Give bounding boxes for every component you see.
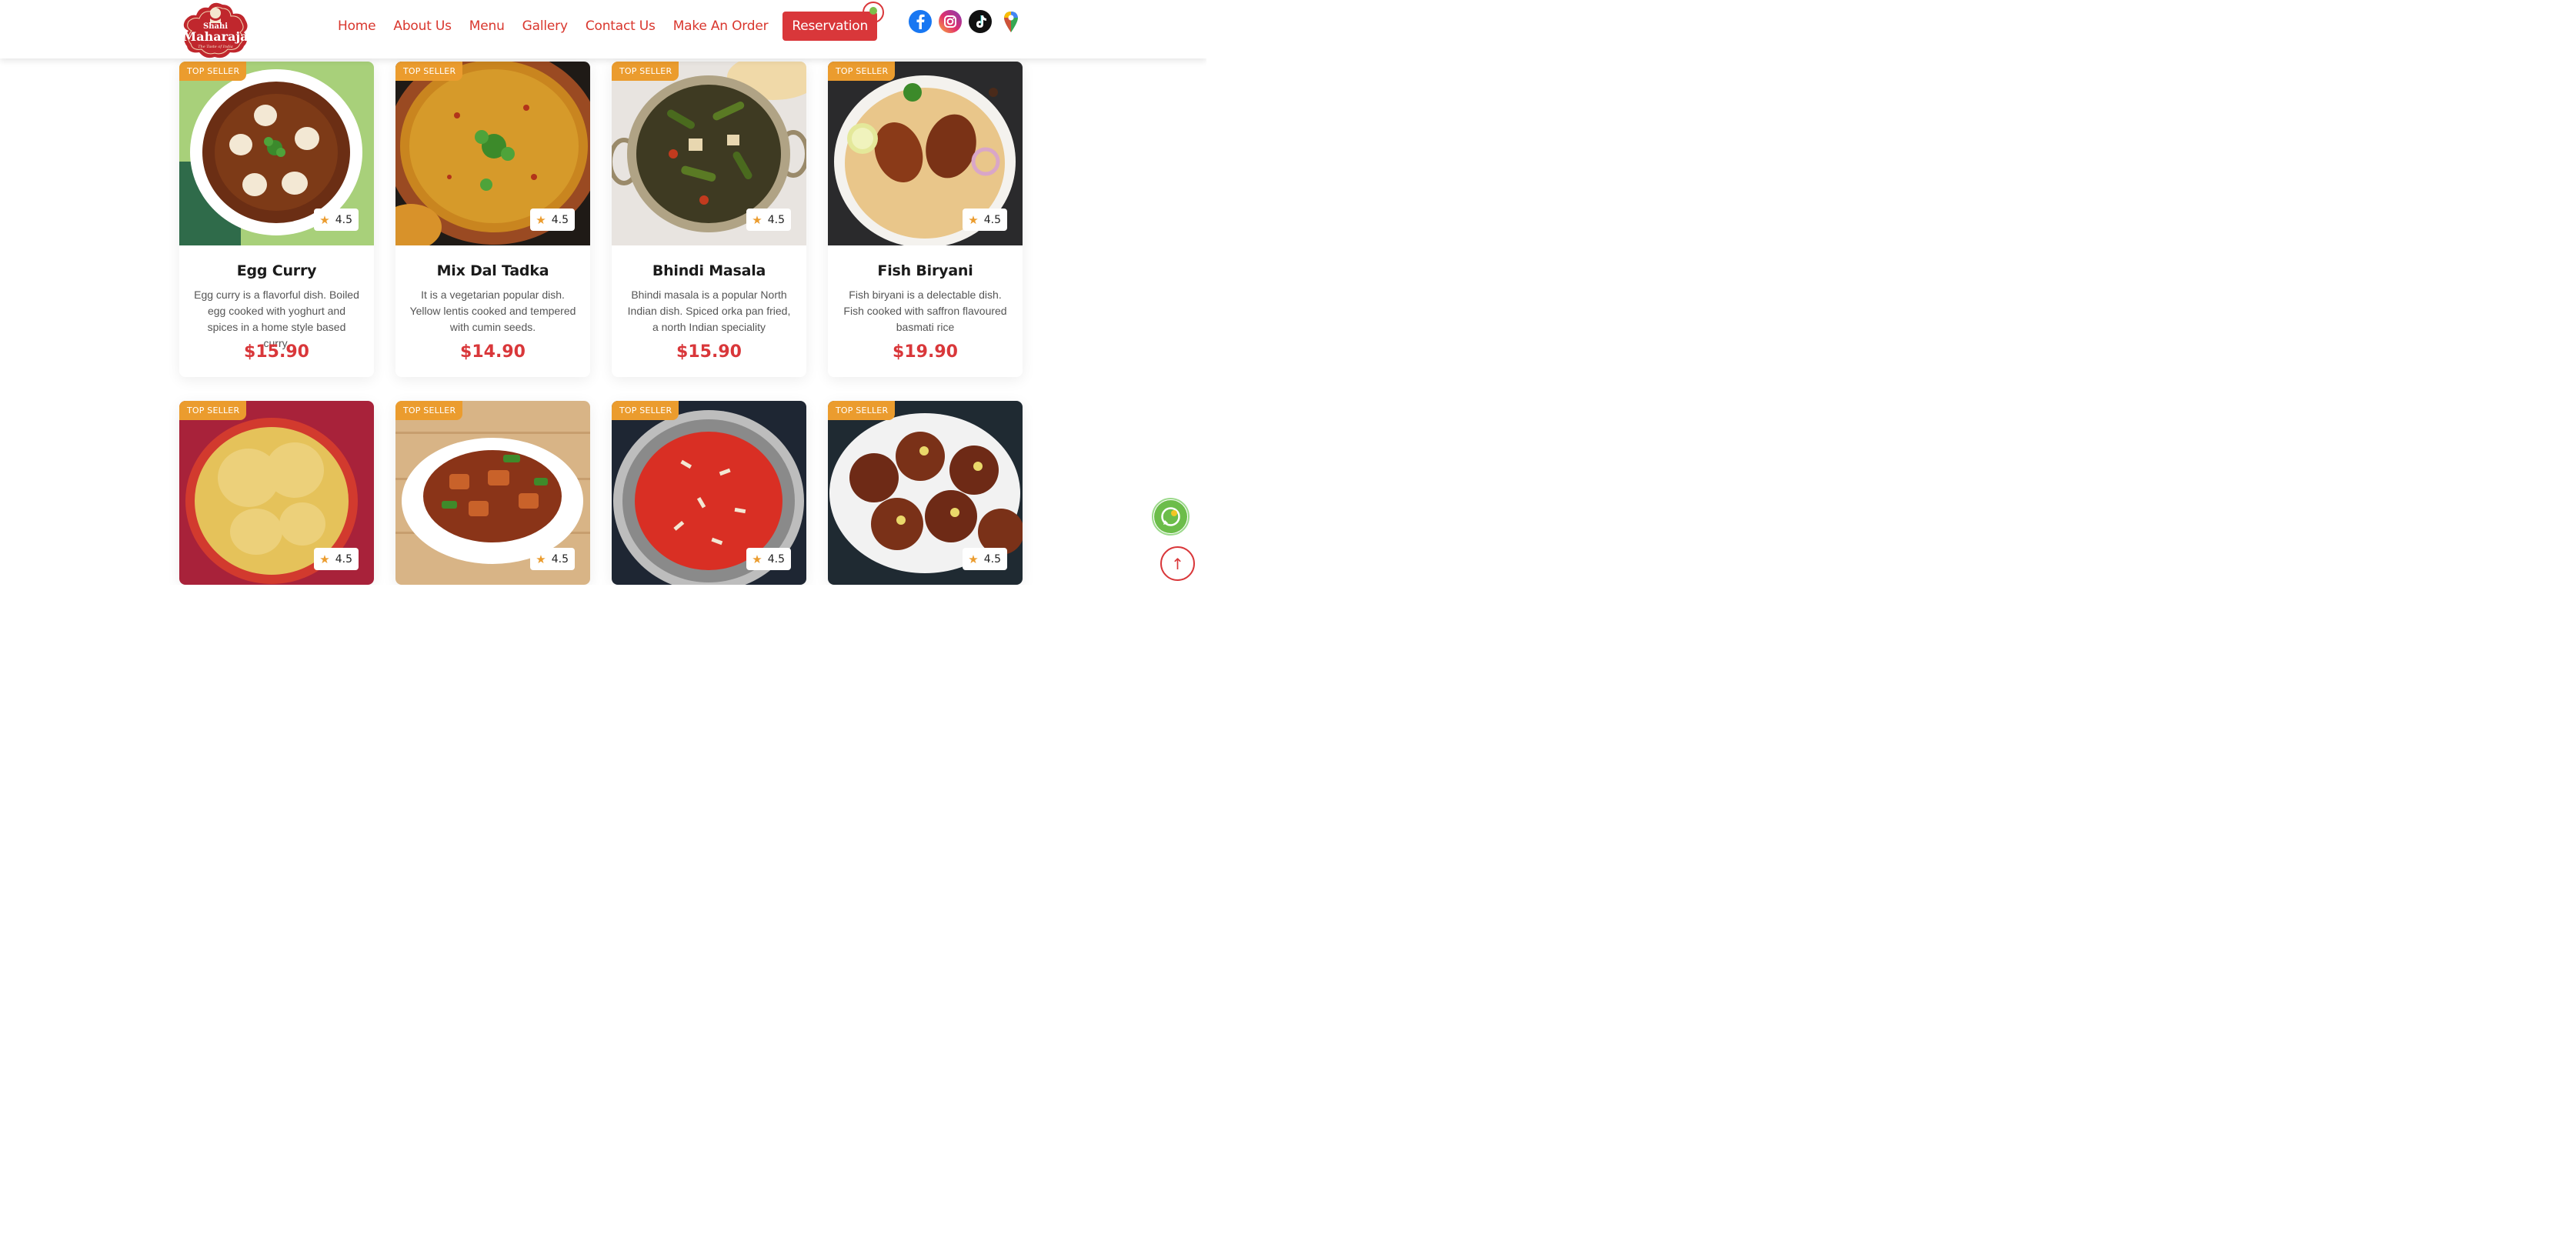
rating-value: 4.5 xyxy=(551,213,569,226)
star-icon: ★ xyxy=(752,212,762,227)
rating-chip: ★ 4.5 xyxy=(963,548,1007,570)
star-icon: ★ xyxy=(536,212,546,227)
menu-card-mix-dal-tadka[interactable]: TOP SELLER ★ 4.5 Mix Dal Tadka It is a ve… xyxy=(395,62,590,377)
nav-gallery[interactable]: Gallery xyxy=(522,18,568,34)
star-icon: ★ xyxy=(968,212,979,227)
nav-contact-us[interactable]: Contact Us xyxy=(586,18,656,34)
menu-card-gulab-jamun[interactable]: TOP SELLER ★ 4.5 xyxy=(828,401,1023,585)
menu-card-bhindi-masala[interactable]: TOP SELLER ★ 4.5 Bhindi Masala Bhindi mas… xyxy=(612,62,806,377)
rating-value: 4.5 xyxy=(335,213,352,226)
menu-card-chilli-paneer[interactable]: TOP SELLER ★ 4.5 xyxy=(395,401,590,585)
dish-description: Bhindi masala is a popular North Indian … xyxy=(627,289,791,333)
rating-chip: ★ 4.5 xyxy=(314,548,359,570)
dish-price: $15.90 xyxy=(244,342,309,362)
dish-image: TOP SELLER ★ 4.5 xyxy=(395,62,590,245)
main-nav: Home About Us Menu Gallery Contact Us Ma… xyxy=(338,11,878,42)
instagram-icon[interactable] xyxy=(938,9,963,34)
dish-image: TOP SELLER ★ 4.5 xyxy=(179,62,374,245)
card-body: Mix Dal Tadka It is a vegetarian popular… xyxy=(395,245,590,377)
menu-card-gajar-halwa[interactable]: TOP SELLER ★ 4.5 xyxy=(612,401,806,585)
dish-image: TOP SELLER ★ 4.5 xyxy=(179,401,374,585)
star-icon: ★ xyxy=(319,212,330,227)
card-body: Fish Biryani Fish biryani is a delectabl… xyxy=(828,245,1023,377)
top-seller-badge: TOP SELLER xyxy=(612,62,679,81)
rating-value: 4.5 xyxy=(983,552,1001,566)
top-seller-badge: TOP SELLER xyxy=(179,401,247,420)
page: Shahi Maharaja The Taste of India Home A… xyxy=(0,0,1206,585)
top-seller-badge: TOP SELLER xyxy=(828,62,896,81)
rating-value: 4.5 xyxy=(983,213,1001,226)
rating-chip: ★ 4.5 xyxy=(963,209,1007,231)
top-seller-badge: TOP SELLER xyxy=(179,62,247,81)
menu-card-egg-curry[interactable]: TOP SELLER ★ 4.5 Egg Curry Egg curry is a… xyxy=(179,62,374,377)
top-seller-badge: TOP SELLER xyxy=(612,401,679,420)
dish-description: It is a vegetarian popular dish. Yellow … xyxy=(409,289,576,333)
dish-description: Fish biryani is a delectable dish. Fish … xyxy=(843,289,1007,333)
scroll-to-top-button[interactable]: ↑ xyxy=(1160,546,1195,581)
star-icon: ★ xyxy=(752,552,762,566)
facebook-icon[interactable] xyxy=(908,9,933,34)
logo[interactable]: Shahi Maharaja The Taste of India xyxy=(179,0,252,58)
dish-price: $15.90 xyxy=(676,342,742,362)
top-seller-badge: TOP SELLER xyxy=(395,401,463,420)
dish-price: $14.90 xyxy=(460,342,526,362)
nav-menu[interactable]: Menu xyxy=(469,18,505,34)
rating-chip: ★ 4.5 xyxy=(746,209,791,231)
card-body: Egg Curry Egg curry is a flavorful dish.… xyxy=(179,245,374,377)
dish-description: Egg curry is a flavorful dish. Boiled eg… xyxy=(194,289,359,349)
dish-title: Fish Biryani xyxy=(877,262,973,279)
star-icon: ★ xyxy=(968,552,979,566)
maps-pin-icon[interactable] xyxy=(999,9,1023,34)
rating-value: 4.5 xyxy=(335,552,352,566)
rating-chip: ★ 4.5 xyxy=(746,548,791,570)
star-icon: ★ xyxy=(536,552,546,566)
logo-name-main: Maharaja xyxy=(182,29,249,44)
site-header: Shahi Maharaja The Taste of India Home A… xyxy=(0,0,1206,58)
dish-title: Egg Curry xyxy=(236,262,317,279)
tiktok-icon[interactable] xyxy=(968,9,993,34)
menu-card-fish-biryani[interactable]: TOP SELLER ★ 4.5 Fish Biryani Fish biryan… xyxy=(828,62,1023,377)
nav-about-us[interactable]: About Us xyxy=(393,18,452,34)
rating-value: 4.5 xyxy=(551,552,569,566)
dish-title: Mix Dal Tadka xyxy=(436,262,549,279)
arrow-up-icon: ↑ xyxy=(1171,554,1184,573)
dish-title: Bhindi Masala xyxy=(652,262,766,279)
dish-image: TOP SELLER ★ 4.5 xyxy=(828,401,1023,585)
whatsapp-icon[interactable] xyxy=(1154,500,1187,533)
star-icon: ★ xyxy=(319,552,330,566)
rating-value: 4.5 xyxy=(767,552,785,566)
dish-image: TOP SELLER ★ 4.5 xyxy=(612,401,806,585)
dish-price: $19.90 xyxy=(893,342,958,362)
rating-value: 4.5 xyxy=(767,213,785,226)
rating-chip: ★ 4.5 xyxy=(530,209,575,231)
nav-make-an-order[interactable]: Make An Order xyxy=(673,18,769,34)
dish-image: TOP SELLER ★ 4.5 xyxy=(395,401,590,585)
rating-chip: ★ 4.5 xyxy=(314,209,359,231)
notification-icon[interactable] xyxy=(862,1,885,24)
nav-home[interactable]: Home xyxy=(338,18,376,34)
menu-card-rasmalai[interactable]: TOP SELLER ★ 4.5 xyxy=(179,401,374,585)
top-seller-badge: TOP SELLER xyxy=(828,401,896,420)
dish-image: TOP SELLER ★ 4.5 xyxy=(828,62,1023,245)
rating-chip: ★ 4.5 xyxy=(530,548,575,570)
top-seller-badge: TOP SELLER xyxy=(395,62,463,81)
dish-image: TOP SELLER ★ 4.5 xyxy=(612,62,806,245)
card-body: Bhindi Masala Bhindi masala is a popular… xyxy=(612,245,806,377)
logo-tagline: The Taste of India xyxy=(198,45,233,49)
